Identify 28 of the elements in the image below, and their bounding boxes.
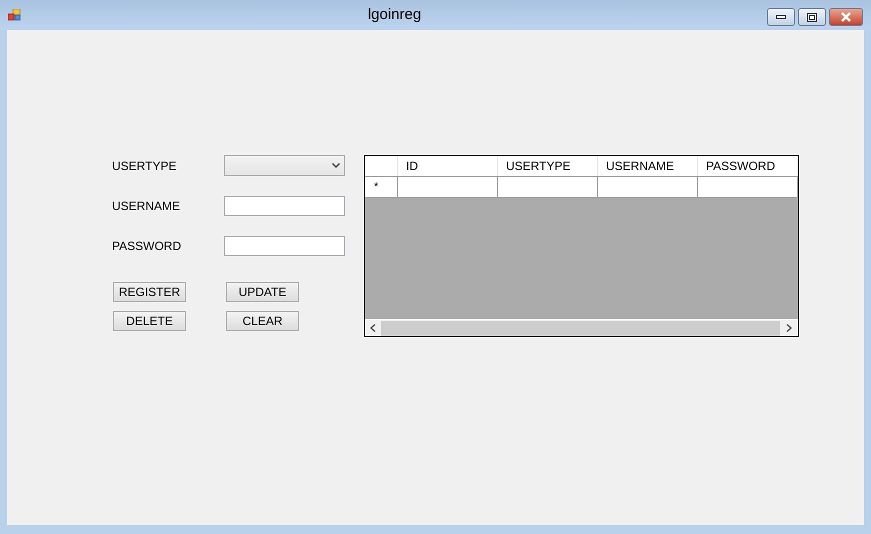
close-icon: [840, 12, 852, 22]
column-header[interactable]: USERTYPE: [498, 156, 598, 176]
action-button[interactable]: DELETE: [113, 311, 186, 331]
input-field[interactable]: [224, 196, 345, 216]
action-button[interactable]: UPDATE: [226, 282, 299, 302]
app-icon: [8, 9, 22, 21]
close-button[interactable]: [829, 8, 863, 26]
action-button[interactable]: CLEAR: [226, 311, 299, 331]
minimize-icon: [776, 15, 786, 19]
row-header[interactable]: *: [365, 177, 398, 197]
column-header[interactable]: ID: [398, 156, 498, 176]
usertype-dropdown[interactable]: [224, 155, 345, 176]
scrollbar-thumb[interactable]: [381, 320, 780, 336]
window-title: lgoinreg: [368, 4, 422, 25]
column-header[interactable]: PASSWORD: [698, 156, 798, 176]
action-button[interactable]: REGISTER: [113, 282, 186, 302]
maximize-icon: [807, 12, 817, 22]
chevron-down-icon: [332, 163, 340, 168]
field-label: USERNAME: [112, 198, 180, 215]
column-header[interactable]: USERNAME: [598, 156, 698, 176]
scroll-right-icon: [786, 324, 792, 332]
field-label: PASSWORD: [112, 238, 182, 255]
maximize-button[interactable]: [798, 8, 826, 26]
scroll-left-icon: [370, 324, 376, 332]
field-label: USERTYPE: [112, 158, 176, 174]
minimize-button[interactable]: [767, 8, 795, 26]
input-field[interactable]: [224, 236, 345, 256]
horizontal-scrollbar[interactable]: [365, 319, 798, 336]
